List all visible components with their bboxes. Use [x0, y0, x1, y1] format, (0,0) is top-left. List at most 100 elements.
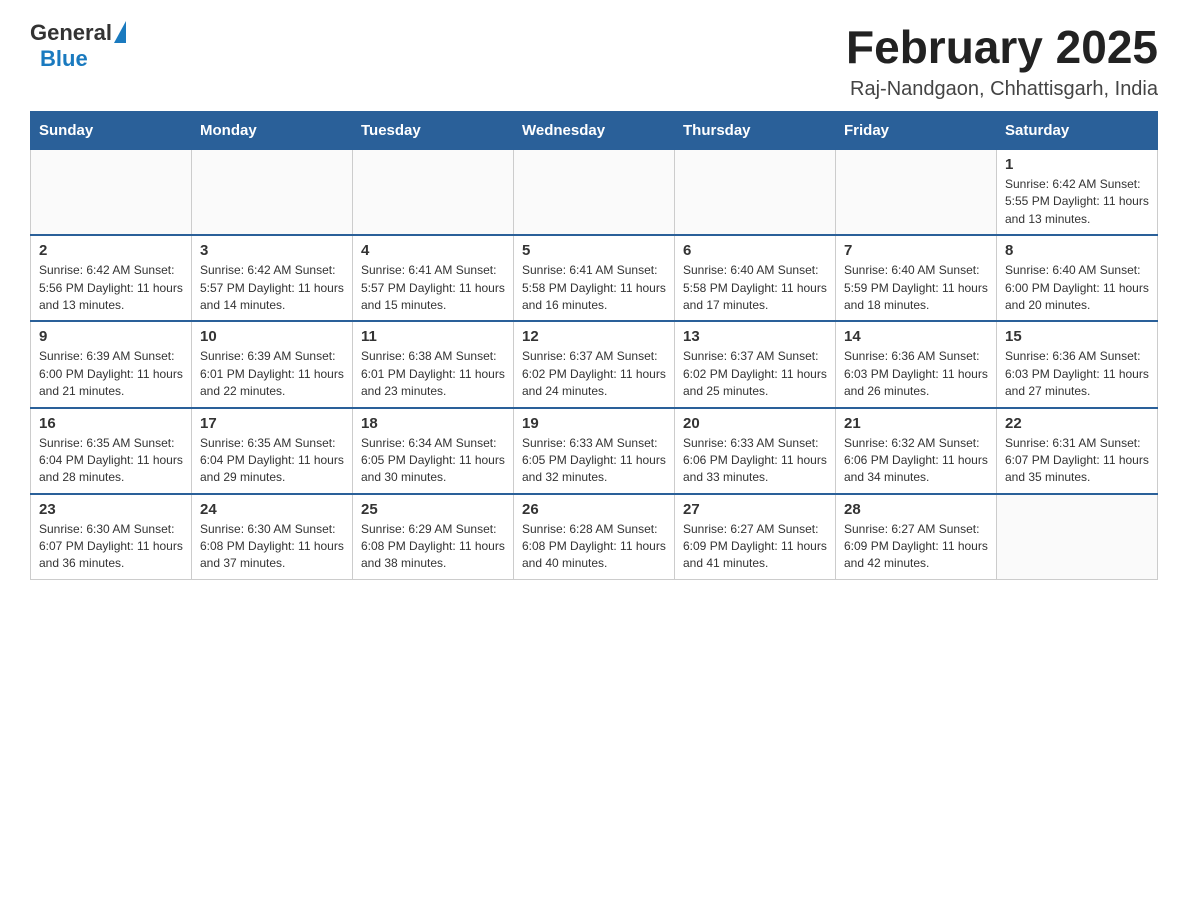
- calendar-cell: 28 Sunrise: 6:27 AM Sunset: 6:09 PM Dayli…: [836, 494, 997, 580]
- day-info: Sunrise: 6:27 AM Sunset: 6:09 PM Dayligh…: [683, 521, 827, 573]
- day-info: Sunrise: 6:37 AM Sunset: 6:02 PM Dayligh…: [683, 348, 827, 400]
- calendar-cell: 12 Sunrise: 6:37 AM Sunset: 6:02 PM Dayli…: [514, 321, 675, 407]
- calendar-cell: 7 Sunrise: 6:40 AM Sunset: 5:59 PM Daylig…: [836, 235, 997, 321]
- day-number: 25: [361, 501, 505, 518]
- calendar-week-row: 9 Sunrise: 6:39 AM Sunset: 6:00 PM Daylig…: [31, 321, 1158, 407]
- day-number: 9: [39, 328, 183, 345]
- column-header-monday: Monday: [192, 112, 353, 150]
- day-info: Sunrise: 6:35 AM Sunset: 6:04 PM Dayligh…: [39, 435, 183, 487]
- calendar-cell: [353, 150, 514, 236]
- day-number: 27: [683, 501, 827, 518]
- calendar-cell: [192, 150, 353, 236]
- day-number: 5: [522, 242, 666, 259]
- calendar-week-row: 16 Sunrise: 6:35 AM Sunset: 6:04 PM Dayli…: [31, 408, 1158, 494]
- calendar-cell: 26 Sunrise: 6:28 AM Sunset: 6:08 PM Dayli…: [514, 494, 675, 580]
- calendar-cell: 17Sunrise: 6:35 AM Sunset: 6:04 PM Dayli…: [192, 408, 353, 494]
- calendar-cell: 27 Sunrise: 6:27 AM Sunset: 6:09 PM Dayli…: [675, 494, 836, 580]
- day-number: 17: [200, 415, 344, 432]
- day-info: Sunrise: 6:27 AM Sunset: 6:09 PM Dayligh…: [844, 521, 988, 573]
- calendar-cell: 10Sunrise: 6:39 AM Sunset: 6:01 PM Dayli…: [192, 321, 353, 407]
- day-number: 1: [1005, 156, 1149, 173]
- calendar-week-row: 23 Sunrise: 6:30 AM Sunset: 6:07 PM Dayli…: [31, 494, 1158, 580]
- day-info: Sunrise: 6:28 AM Sunset: 6:08 PM Dayligh…: [522, 521, 666, 573]
- calendar-cell: [836, 150, 997, 236]
- calendar-cell: [514, 150, 675, 236]
- day-info: Sunrise: 6:36 AM Sunset: 6:03 PM Dayligh…: [1005, 348, 1149, 400]
- calendar-cell: 24Sunrise: 6:30 AM Sunset: 6:08 PM Dayli…: [192, 494, 353, 580]
- day-info: Sunrise: 6:30 AM Sunset: 6:07 PM Dayligh…: [39, 521, 183, 573]
- day-number: 13: [683, 328, 827, 345]
- day-number: 6: [683, 242, 827, 259]
- day-number: 18: [361, 415, 505, 432]
- column-header-saturday: Saturday: [997, 112, 1158, 150]
- calendar-cell: 21 Sunrise: 6:32 AM Sunset: 6:06 PM Dayli…: [836, 408, 997, 494]
- day-number: 28: [844, 501, 988, 518]
- logo-triangle-icon: [114, 21, 126, 43]
- day-info: Sunrise: 6:32 AM Sunset: 6:06 PM Dayligh…: [844, 435, 988, 487]
- day-info: Sunrise: 6:31 AM Sunset: 6:07 PM Dayligh…: [1005, 435, 1149, 487]
- calendar-cell: 22 Sunrise: 6:31 AM Sunset: 6:07 PM Dayli…: [997, 408, 1158, 494]
- column-header-thursday: Thursday: [675, 112, 836, 150]
- day-number: 12: [522, 328, 666, 345]
- day-number: 26: [522, 501, 666, 518]
- day-number: 2: [39, 242, 183, 259]
- day-number: 23: [39, 501, 183, 518]
- calendar-cell: 20 Sunrise: 6:33 AM Sunset: 6:06 PM Dayli…: [675, 408, 836, 494]
- day-number: 8: [1005, 242, 1149, 259]
- day-number: 14: [844, 328, 988, 345]
- day-number: 19: [522, 415, 666, 432]
- day-info: Sunrise: 6:36 AM Sunset: 6:03 PM Dayligh…: [844, 348, 988, 400]
- day-info: Sunrise: 6:34 AM Sunset: 6:05 PM Dayligh…: [361, 435, 505, 487]
- day-info: Sunrise: 6:37 AM Sunset: 6:02 PM Dayligh…: [522, 348, 666, 400]
- day-info: Sunrise: 6:38 AM Sunset: 6:01 PM Dayligh…: [361, 348, 505, 400]
- calendar-week-row: 2 Sunrise: 6:42 AM Sunset: 5:56 PM Daylig…: [31, 235, 1158, 321]
- calendar-cell: 18 Sunrise: 6:34 AM Sunset: 6:05 PM Dayli…: [353, 408, 514, 494]
- calendar-cell: 2 Sunrise: 6:42 AM Sunset: 5:56 PM Daylig…: [31, 235, 192, 321]
- day-info: Sunrise: 6:41 AM Sunset: 5:58 PM Dayligh…: [522, 262, 666, 314]
- calendar-week-row: 1 Sunrise: 6:42 AM Sunset: 5:55 PM Daylig…: [31, 150, 1158, 236]
- day-number: 24: [200, 501, 344, 518]
- calendar-cell: 6 Sunrise: 6:40 AM Sunset: 5:58 PM Daylig…: [675, 235, 836, 321]
- day-info: Sunrise: 6:41 AM Sunset: 5:57 PM Dayligh…: [361, 262, 505, 314]
- day-number: 4: [361, 242, 505, 259]
- day-info: Sunrise: 6:40 AM Sunset: 5:58 PM Dayligh…: [683, 262, 827, 314]
- day-number: 10: [200, 328, 344, 345]
- calendar-cell: 14 Sunrise: 6:36 AM Sunset: 6:03 PM Dayli…: [836, 321, 997, 407]
- day-number: 11: [361, 328, 505, 345]
- day-number: 7: [844, 242, 988, 259]
- day-info: Sunrise: 6:42 AM Sunset: 5:57 PM Dayligh…: [200, 262, 344, 314]
- page-header: General Blue February 2025 Raj-Nandgaon,…: [30, 20, 1158, 101]
- calendar-cell: 23 Sunrise: 6:30 AM Sunset: 6:07 PM Dayli…: [31, 494, 192, 580]
- day-number: 15: [1005, 328, 1149, 345]
- calendar-table: SundayMondayTuesdayWednesdayThursdayFrid…: [30, 111, 1158, 580]
- calendar-cell: 11 Sunrise: 6:38 AM Sunset: 6:01 PM Dayli…: [353, 321, 514, 407]
- location-subtitle: Raj-Nandgaon, Chhattisgarh, India: [846, 78, 1158, 101]
- calendar-cell: [675, 150, 836, 236]
- day-number: 22: [1005, 415, 1149, 432]
- day-info: Sunrise: 6:40 AM Sunset: 6:00 PM Dayligh…: [1005, 262, 1149, 314]
- month-year-title: February 2025: [846, 20, 1158, 74]
- calendar-cell: 5 Sunrise: 6:41 AM Sunset: 5:58 PM Daylig…: [514, 235, 675, 321]
- column-header-tuesday: Tuesday: [353, 112, 514, 150]
- day-number: 16: [39, 415, 183, 432]
- calendar-cell: [997, 494, 1158, 580]
- calendar-cell: 16 Sunrise: 6:35 AM Sunset: 6:04 PM Dayli…: [31, 408, 192, 494]
- logo-blue: Blue: [40, 46, 88, 72]
- day-info: Sunrise: 6:42 AM Sunset: 5:56 PM Dayligh…: [39, 262, 183, 314]
- day-info: Sunrise: 6:33 AM Sunset: 6:06 PM Dayligh…: [683, 435, 827, 487]
- calendar-cell: [31, 150, 192, 236]
- calendar-cell: 1 Sunrise: 6:42 AM Sunset: 5:55 PM Daylig…: [997, 150, 1158, 236]
- calendar-cell: 13 Sunrise: 6:37 AM Sunset: 6:02 PM Dayli…: [675, 321, 836, 407]
- calendar-cell: 4 Sunrise: 6:41 AM Sunset: 5:57 PM Daylig…: [353, 235, 514, 321]
- calendar-cell: 8 Sunrise: 6:40 AM Sunset: 6:00 PM Daylig…: [997, 235, 1158, 321]
- logo-general: General: [30, 20, 112, 46]
- day-number: 21: [844, 415, 988, 432]
- day-info: Sunrise: 6:39 AM Sunset: 6:00 PM Dayligh…: [39, 348, 183, 400]
- day-number: 20: [683, 415, 827, 432]
- column-header-wednesday: Wednesday: [514, 112, 675, 150]
- day-info: Sunrise: 6:33 AM Sunset: 6:05 PM Dayligh…: [522, 435, 666, 487]
- day-info: Sunrise: 6:42 AM Sunset: 5:55 PM Dayligh…: [1005, 176, 1149, 228]
- calendar-cell: 25Sunrise: 6:29 AM Sunset: 6:08 PM Dayli…: [353, 494, 514, 580]
- day-info: Sunrise: 6:40 AM Sunset: 5:59 PM Dayligh…: [844, 262, 988, 314]
- day-number: 3: [200, 242, 344, 259]
